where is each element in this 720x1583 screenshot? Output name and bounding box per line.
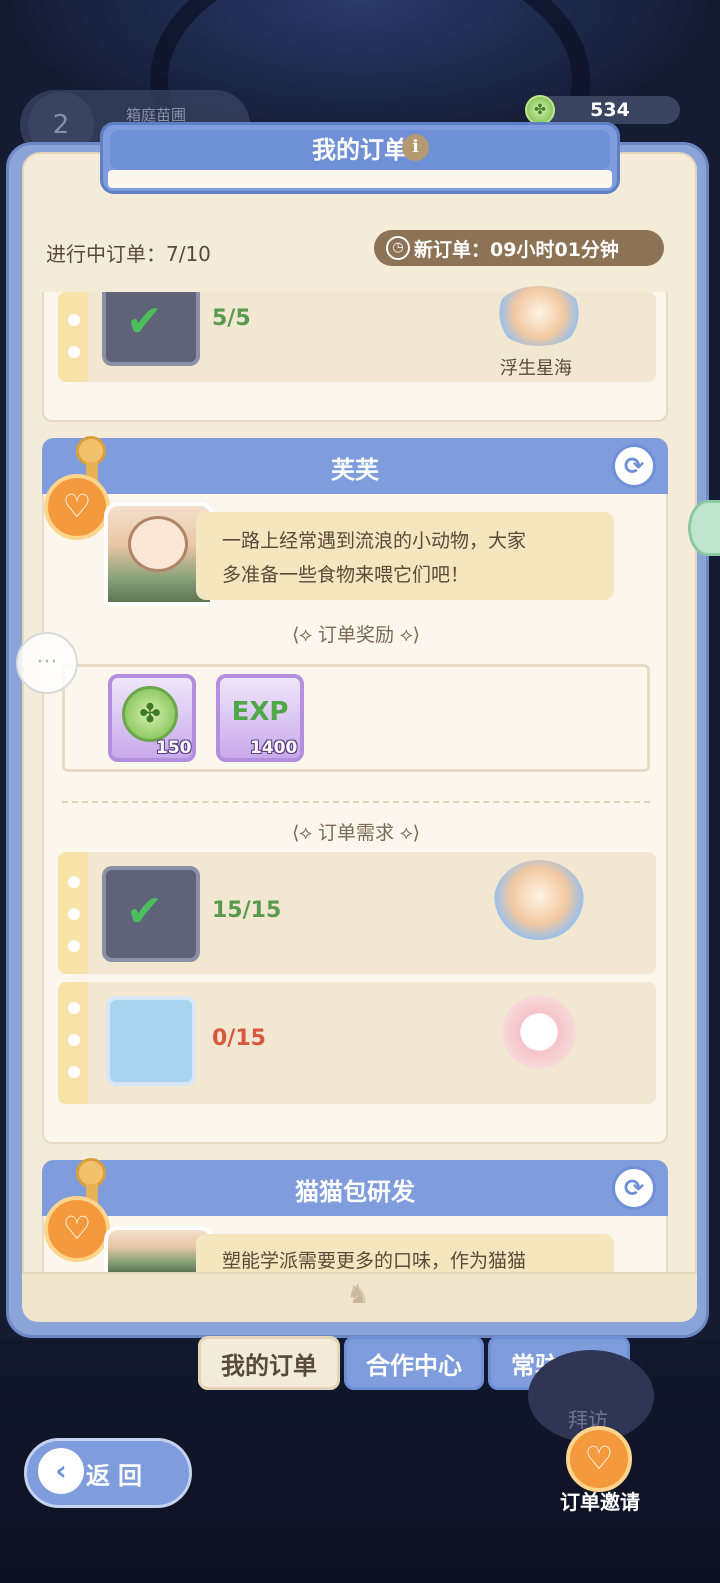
divider (62, 801, 650, 803)
reward-quantity: 150 (156, 738, 192, 758)
order-invite-label[interactable]: 订单邀请 (540, 1486, 660, 1515)
tab-cooperation-center[interactable]: 合作中心 (344, 1336, 484, 1390)
giver-avatar (494, 992, 584, 1072)
back-label: 返回 (86, 1462, 150, 1490)
refresh-order-button[interactable]: ⟳ (612, 1166, 656, 1210)
back-arrow-icon: ‹ (38, 1448, 84, 1494)
requirement-section-label: ⟨⟡ 订单需求 ⟡⟩ (291, 822, 421, 844)
row-dot (68, 876, 80, 888)
row-dot (68, 940, 80, 952)
order-invite-icon[interactable]: ♡ (566, 1426, 632, 1492)
character-face (128, 516, 188, 572)
new-order-timer: 新订单：09小时01分钟 (414, 239, 619, 261)
order-badge-icon: ♡ (44, 1196, 110, 1262)
side-menu-icon[interactable] (688, 500, 720, 556)
giver-avatar (494, 860, 584, 940)
check-icon: ✔ (126, 886, 163, 937)
title-ribbon-underline (108, 170, 612, 188)
order-badge-icon: ♡ (44, 474, 110, 540)
row-dot (68, 1066, 80, 1078)
exp-clover-icon: EXP (231, 697, 289, 727)
row-dot (68, 1002, 80, 1014)
row-dot (68, 1034, 80, 1046)
giver-name: 浮生星海 (500, 358, 572, 379)
order-card-title: 芙芙 (331, 456, 379, 484)
requirement-count: 15/15 (212, 898, 282, 923)
salad-dish-icon[interactable] (106, 996, 196, 1086)
in-progress-count: 进行中订单：7/10 (46, 242, 211, 266)
speech-line-1: 塑能学派需要更多的口味，作为猫猫 (222, 1250, 527, 1272)
page-title: 我的订单 (312, 136, 408, 164)
row-dot (68, 346, 80, 358)
row-dot (68, 908, 80, 920)
requirement-row-strip (58, 292, 88, 382)
speech-line-2: 多准备一些食物来喂它们吧！ (222, 564, 470, 586)
clover-coin-icon: ✤ (525, 95, 555, 125)
giver-avatar (494, 286, 584, 346)
chat-icon[interactable]: ··· (16, 632, 78, 694)
reward-quantity: 1400 (250, 738, 298, 758)
clock-icon: ◷ (386, 236, 410, 260)
tab-my-orders[interactable]: 我的订单 (198, 1336, 340, 1390)
requirement-count: 5/5 (212, 306, 251, 331)
check-icon: ✔ (126, 296, 163, 347)
cat-emblem-icon: ♞ (346, 1280, 370, 1310)
refresh-order-button[interactable]: ⟳ (612, 444, 656, 488)
info-icon[interactable]: i (402, 134, 429, 161)
clover-coin-icon: ✤ (122, 686, 178, 742)
requirement-count: 0/15 (212, 1026, 266, 1051)
speech-line-1: 一路上经常遇到流浪的小动物，大家 (222, 530, 527, 552)
row-dot (68, 314, 80, 326)
reward-section-label: ⟨⟡ 订单奖励 ⟡⟩ (291, 624, 421, 646)
order-card-title: 猫猫包研发 (295, 1178, 415, 1206)
currency-value: 534 (590, 99, 630, 121)
